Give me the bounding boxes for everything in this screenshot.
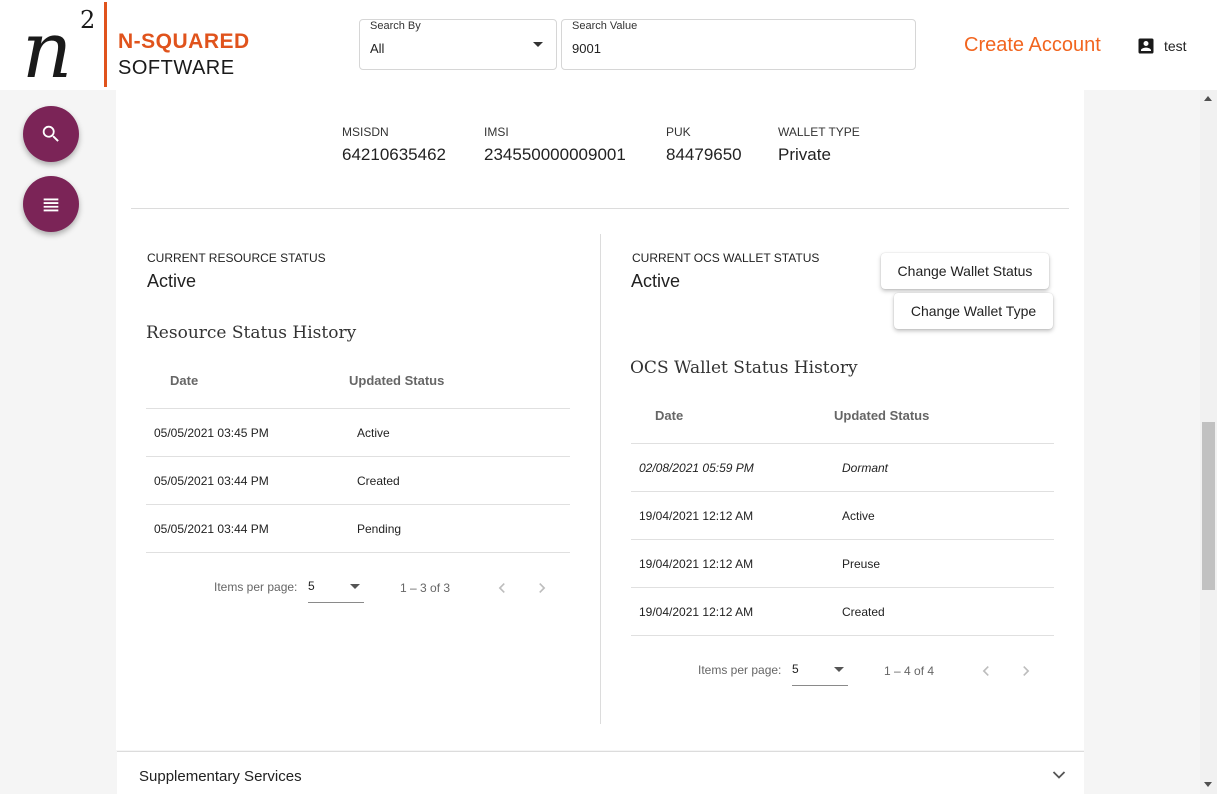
row-date: 19/04/2021 12:12 AM (639, 605, 754, 619)
resource-status-value: Active (147, 271, 197, 291)
table-bottom-border (631, 635, 1054, 636)
table-row: 19/04/2021 12:12 AM Created (631, 587, 1054, 635)
create-account-link[interactable]: Create Account (964, 34, 1101, 57)
logo-divider (104, 2, 107, 87)
dropdown-arrow-icon (533, 42, 543, 47)
chevron-down-icon (1052, 771, 1066, 779)
table-row: 05/05/2021 03:44 PM Created (146, 456, 570, 504)
row-date: 05/05/2021 03:44 PM (154, 522, 269, 536)
search-by-label: Search By (370, 20, 421, 32)
msisdn-label: MSISDN (342, 125, 389, 139)
puk-value: 84479650 (666, 145, 742, 164)
table-row: 19/04/2021 12:12 AM Preuse (631, 539, 1054, 587)
search-by-select[interactable]: Search By All (359, 19, 557, 70)
row-status: Created (842, 605, 885, 619)
column-divider (600, 234, 601, 724)
username: test (1164, 38, 1187, 54)
dropdown-arrow-icon (834, 667, 844, 672)
row-date: 05/05/2021 03:44 PM (154, 474, 269, 488)
row-status: Created (357, 474, 400, 488)
row-date: 19/04/2021 12:12 AM (639, 557, 754, 571)
menu-fab[interactable] (23, 176, 79, 232)
change-wallet-type-button[interactable]: Change Wallet Type (894, 293, 1053, 329)
wallet-type-label: WALLET TYPE (778, 125, 860, 139)
n-squared-logo: n2 (22, 6, 96, 96)
search-value-label: Search Value (572, 20, 638, 32)
scroll-up-icon[interactable] (1204, 96, 1212, 101)
dropdown-arrow-icon (350, 584, 360, 589)
search-icon (42, 125, 59, 142)
column-header-date: Date (655, 408, 684, 423)
section-divider (131, 208, 1069, 209)
items-per-page-label: Items per page: (214, 580, 298, 594)
scroll-down-icon[interactable] (1204, 782, 1212, 787)
wallet-history-title: OCS Wallet Status History (630, 358, 858, 378)
resource-history-table: Date Updated Status 05/05/2021 03:45 PM … (146, 373, 570, 553)
wallet-paginator: Items per page: 5 1 – 4 of 4 (698, 659, 1048, 689)
account-box-icon (1138, 38, 1154, 54)
brand-line2: SOFTWARE (118, 57, 235, 79)
items-per-page-select[interactable]: 5 (792, 659, 848, 686)
column-header-status: Updated Status (349, 373, 445, 388)
user-menu[interactable]: test (1136, 36, 1187, 56)
row-date: 19/04/2021 12:12 AM (639, 509, 754, 523)
row-date: 02/08/2021 05:59 PM (639, 461, 754, 475)
column-header-status: Updated Status (834, 408, 930, 423)
change-wallet-status-button[interactable]: Change Wallet Status (881, 253, 1049, 289)
table-row: 05/05/2021 03:44 PM Pending (146, 504, 570, 552)
items-per-page-value: 5 (308, 579, 315, 593)
search-value-text: 9001 (572, 41, 601, 56)
column-header-date: Date (170, 373, 199, 388)
wallet-history-table: Date Updated Status 02/08/2021 05:59 PM … (631, 408, 1054, 636)
supplementary-services-title: Supplementary Services (139, 768, 302, 785)
range-label: 1 – 4 of 4 (884, 664, 935, 678)
app-header: n2 N-SQUARED SOFTWARE Search By All Sear… (0, 0, 1217, 90)
row-status: Active (842, 509, 875, 523)
search-value-input[interactable]: Search Value 9001 (561, 19, 916, 70)
wallet-status-label: CURRENT OCS WALLET STATUS (632, 251, 820, 265)
row-status: Active (357, 426, 390, 440)
wallet-type-value: Private (778, 145, 831, 164)
previous-page-icon[interactable] (976, 661, 996, 681)
search-fab[interactable] (23, 106, 79, 162)
row-status: Dormant (842, 461, 889, 475)
next-page-icon[interactable] (1016, 661, 1036, 681)
resource-history-title: Resource Status History (146, 323, 357, 343)
row-status: Pending (357, 522, 402, 536)
next-page-icon[interactable] (532, 578, 552, 598)
table-row: 05/05/2021 03:45 PM Active (146, 408, 570, 456)
range-label: 1 – 3 of 3 (400, 581, 451, 595)
table-row: 02/08/2021 05:59 PM Dormant (631, 443, 1054, 491)
table-row: 19/04/2021 12:12 AM Active (631, 491, 1054, 539)
resource-status-label: CURRENT RESOURCE STATUS (147, 251, 326, 265)
items-per-page-select[interactable]: 5 (308, 576, 364, 603)
resource-details-card: MSISDN 64210635462 IMSI 234550000009001 … (116, 90, 1084, 750)
scrollbar-thumb[interactable] (1202, 422, 1215, 590)
imsi-value: 234550000009001 (484, 145, 626, 164)
page-scrollbar[interactable] (1200, 90, 1217, 794)
table-bottom-border (146, 552, 570, 553)
row-status: Preuse (842, 557, 881, 571)
wallet-status-value: Active (631, 271, 681, 291)
msisdn-value: 64210635462 (342, 145, 447, 164)
imsi-label: IMSI (484, 125, 509, 139)
brand-line1: N-SQUARED (118, 30, 250, 53)
supplementary-services-panel[interactable]: Supplementary Services (117, 751, 1084, 794)
list-icon (43, 198, 59, 212)
row-date: 05/05/2021 03:45 PM (154, 426, 269, 440)
previous-page-icon[interactable] (492, 578, 512, 598)
puk-label: PUK (666, 125, 691, 139)
items-per-page-value: 5 (792, 662, 799, 676)
resource-paginator: Items per page: 5 1 – 3 of 3 (214, 576, 564, 606)
search-by-value: All (370, 41, 385, 56)
items-per-page-label: Items per page: (698, 663, 782, 677)
